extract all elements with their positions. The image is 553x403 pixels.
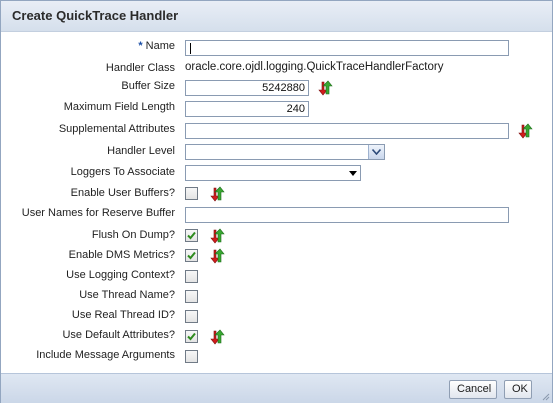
dialog-footer: Cancel OK xyxy=(1,373,552,403)
required-marker: * xyxy=(138,40,143,52)
chevron-down-icon[interactable] xyxy=(368,145,384,159)
include-message-arguments-label: Include Message Arguments xyxy=(36,349,175,361)
max-field-length-input[interactable]: 240 xyxy=(185,101,309,117)
checkmark-icon xyxy=(187,231,196,240)
dialog-title: Create QuickTrace Handler xyxy=(12,8,179,23)
enable-user-buffers-checkbox[interactable] xyxy=(185,187,198,200)
enable-dms-metrics-checkbox[interactable] xyxy=(185,249,198,262)
reset-to-default-icon[interactable] xyxy=(209,228,225,244)
checkmark-icon xyxy=(187,251,196,260)
use-default-attributes-label: Use Default Attributes? xyxy=(62,329,175,341)
dialog-titlebar: Create QuickTrace Handler xyxy=(1,1,552,32)
use-real-thread-id-label: Use Real Thread ID? xyxy=(71,309,175,321)
use-thread-name-checkbox[interactable] xyxy=(185,290,198,303)
checkmark-icon xyxy=(187,332,196,341)
reset-to-default-icon[interactable] xyxy=(209,186,225,202)
max-field-length-label: Maximum Field Length xyxy=(63,101,175,113)
use-logging-context-checkbox[interactable] xyxy=(185,270,198,283)
name-input[interactable] xyxy=(185,40,509,56)
cancel-button[interactable]: Cancel xyxy=(449,380,497,399)
buffer-size-label: Buffer Size xyxy=(121,80,175,92)
form-area: * Name Handler Class oracle.core.ojdl.log… xyxy=(1,32,552,372)
use-default-attributes-checkbox[interactable] xyxy=(185,330,198,343)
user-names-reserve-buffer-label: User Names for Reserve Buffer xyxy=(21,207,175,219)
enable-dms-metrics-label: Enable DMS Metrics? xyxy=(68,249,175,261)
supplemental-attributes-label: Supplemental Attributes xyxy=(58,123,175,135)
use-thread-name-label: Use Thread Name? xyxy=(79,289,175,301)
handler-class-value: oracle.core.ojdl.logging.QuickTraceHandl… xyxy=(185,61,444,73)
resize-grip-icon[interactable] xyxy=(540,391,550,401)
ok-button[interactable]: OK xyxy=(504,380,532,399)
loggers-to-associate-label: Loggers To Associate xyxy=(70,166,175,178)
supplemental-attributes-input[interactable] xyxy=(185,123,509,139)
reset-to-default-icon[interactable] xyxy=(317,80,333,96)
flush-on-dump-checkbox[interactable] xyxy=(185,229,198,242)
handler-class-label: Handler Class xyxy=(105,62,175,74)
include-message-arguments-checkbox[interactable] xyxy=(185,350,198,363)
dropdown-arrow-icon[interactable] xyxy=(345,166,360,180)
enable-user-buffers-label: Enable User Buffers? xyxy=(70,187,175,199)
reset-to-default-icon[interactable] xyxy=(209,248,225,264)
loggers-to-associate-select[interactable] xyxy=(185,165,361,181)
user-names-reserve-buffer-input[interactable] xyxy=(185,207,509,223)
flush-on-dump-label: Flush On Dump? xyxy=(91,229,175,241)
handler-level-label: Handler Level xyxy=(107,145,175,157)
use-real-thread-id-checkbox[interactable] xyxy=(185,310,198,323)
reset-to-default-icon[interactable] xyxy=(209,329,225,345)
reset-to-default-icon[interactable] xyxy=(517,123,533,139)
use-logging-context-label: Use Logging Context? xyxy=(66,269,175,281)
create-quicktrace-handler-dialog: Create QuickTrace Handler * Name Handler … xyxy=(0,0,553,403)
handler-level-select[interactable] xyxy=(185,144,385,160)
buffer-size-input[interactable]: 5242880 xyxy=(185,80,309,96)
text-caret xyxy=(190,43,191,54)
name-label: * Name xyxy=(138,40,175,52)
